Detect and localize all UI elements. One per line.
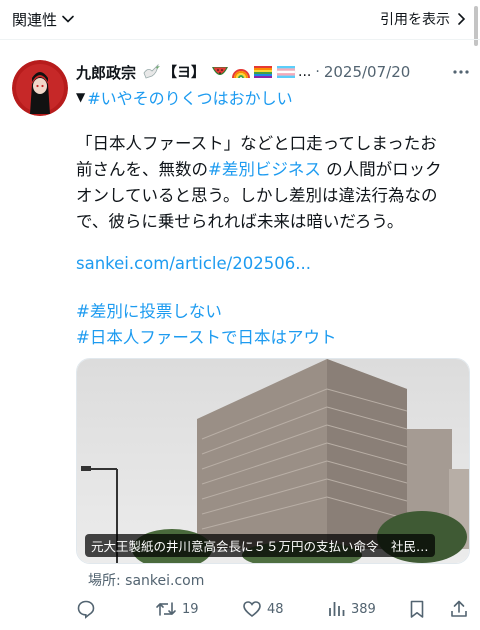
bio-marker: ▼ — [76, 90, 86, 104]
retweet-count: 19 — [182, 601, 199, 617]
share-icon — [451, 600, 467, 617]
action-bar: 19 48 389 — [76, 596, 470, 622]
heart-icon — [243, 601, 261, 618]
view-quotes-link[interactable]: 引用を表示 — [380, 8, 468, 30]
divider — [0, 39, 480, 40]
share-button[interactable] — [449, 596, 469, 622]
views-button[interactable]: 389 — [326, 596, 376, 622]
dove-icon — [143, 63, 161, 79]
analytics-icon — [329, 602, 345, 616]
reply-button[interactable] — [76, 596, 96, 622]
sort-label: 関連性 — [12, 10, 58, 29]
rainbow-flag-icon — [254, 66, 273, 78]
bookmark-icon — [410, 600, 424, 618]
chevron-right-icon — [458, 13, 466, 25]
name-flag-strip — [211, 64, 296, 80]
replies-top-bar: 関連性 引用を表示 — [0, 0, 480, 38]
hashtag-line-1[interactable]: #差別に投票しない — [76, 298, 222, 322]
reply-icon — [77, 600, 95, 619]
avatar[interactable] — [12, 60, 68, 116]
tweet-body: 「日本人ファースト」などと口走ってしまったお 前さんを、無数の#差別ビジネス の… — [76, 131, 468, 235]
link-card[interactable]: 元大王製紙の井川意高会長に５５万円の支払い命令 社民… — [76, 358, 470, 564]
article-link[interactable]: sankei.com/article/202506... — [76, 254, 311, 273]
name-badge-text: 【ヨ】 — [163, 65, 206, 81]
retweet-button[interactable]: 19 — [155, 596, 199, 622]
like-button[interactable]: 48 — [242, 596, 284, 622]
chevron-down-icon — [62, 15, 74, 23]
bio-line: ▼ #いやそのりくつはおかしい — [76, 86, 293, 108]
watermelon-icon — [212, 67, 229, 75]
view-quotes-label: 引用を表示 — [380, 12, 450, 28]
sort-select[interactable]: 関連性 — [12, 8, 75, 30]
card-source[interactable]: 場所: sankei.com — [88, 570, 204, 590]
card-caption: 元大王製紙の井川意高会長に５５万円の支払い命令 社民… — [85, 534, 435, 557]
tweet-date[interactable]: 2025/07/20 — [324, 63, 410, 81]
transgender-flag-icon — [276, 66, 296, 78]
bio-hashtag[interactable]: #いやそのりくつはおかしい — [87, 85, 292, 109]
like-count: 48 — [267, 601, 284, 617]
bookmark-button[interactable] — [408, 596, 426, 622]
retweet-icon — [156, 602, 176, 616]
tweet-header: 九郎政宗 【ヨ】 ... · 2025/07/20 — [76, 60, 470, 84]
author-name[interactable]: 九郎政宗 — [76, 62, 136, 83]
scrollbar[interactable] — [474, 6, 478, 46]
date-separator: · — [315, 64, 320, 80]
name-truncation: ... — [298, 64, 312, 80]
more-dots-icon[interactable] — [452, 64, 470, 80]
hashtag-line-2[interactable]: #日本人ファーストで日本はアウト — [76, 324, 337, 348]
views-count: 389 — [351, 601, 376, 617]
rainbow-icon — [232, 69, 251, 79]
body-hashtag[interactable]: #差別ビジネス — [208, 160, 321, 179]
name-emoji-strip — [142, 63, 162, 81]
